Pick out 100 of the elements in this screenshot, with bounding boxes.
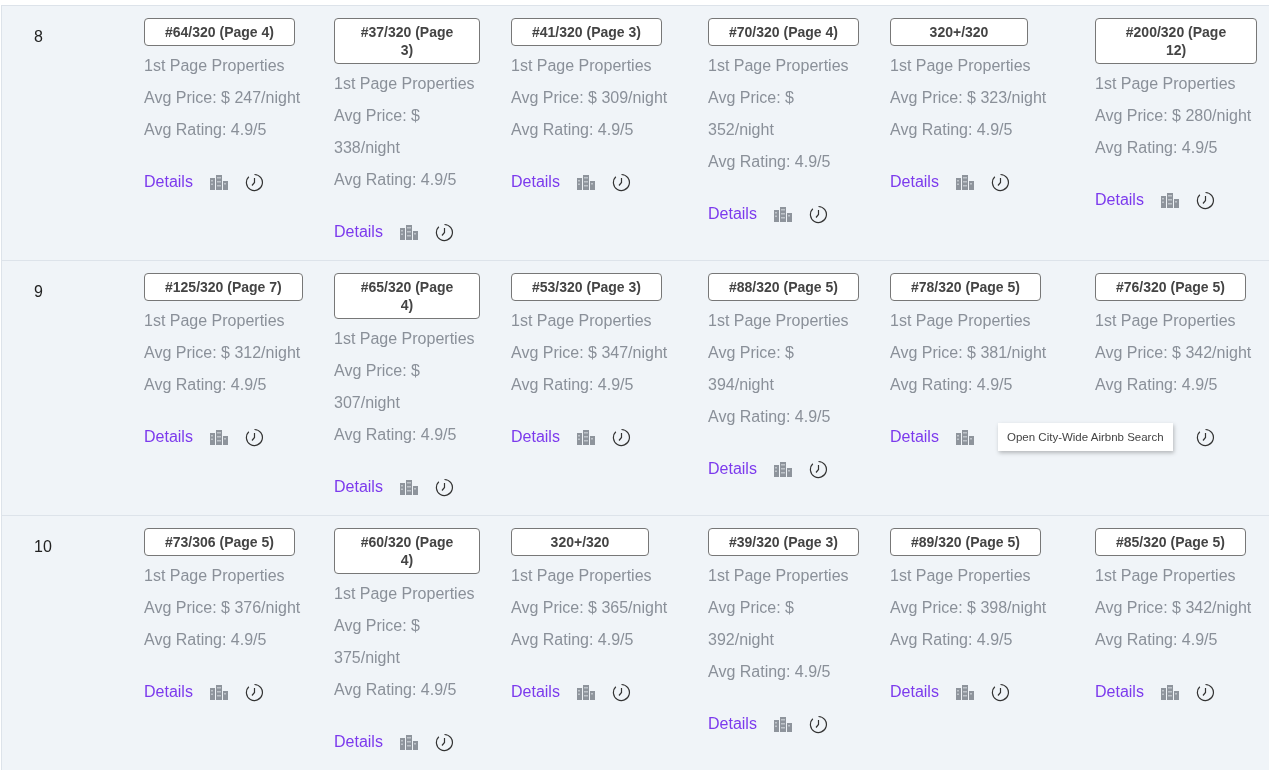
rank-badge[interactable]: #65/320 (Page 4) [334, 273, 480, 319]
details-link[interactable]: Details [511, 173, 560, 190]
clock-icon[interactable] [1196, 682, 1215, 702]
avg-rating: Avg Rating: 4.9/5 [511, 630, 634, 650]
building-icon[interactable] [399, 734, 419, 750]
rank-badge[interactable]: #88/320 (Page 5) [708, 273, 859, 301]
properties-label: 1st Page Properties [334, 329, 475, 349]
clock-icon[interactable] [612, 682, 631, 702]
details-link[interactable]: Details [708, 460, 757, 477]
building-icon[interactable] [209, 174, 229, 190]
details-link[interactable]: Details [144, 428, 193, 445]
details-link[interactable]: Details [708, 715, 757, 732]
details-link[interactable]: Details [144, 173, 193, 190]
properties-label: 1st Page Properties [1095, 566, 1236, 586]
rank-badge[interactable]: #89/320 (Page 5) [890, 528, 1041, 556]
avg-rating: Avg Rating: 4.9/5 [708, 662, 831, 682]
building-icon[interactable] [773, 716, 793, 732]
avg-rating: Avg Rating: 4.9/5 [334, 680, 457, 700]
avg-price: Avg Price: $ 307/night [334, 361, 421, 413]
building-icon[interactable] [955, 684, 975, 700]
clock-icon[interactable] [435, 732, 454, 752]
clock-icon[interactable] [809, 204, 828, 224]
clock-icon[interactable] [809, 459, 828, 479]
avg-price: Avg Price: $ 342/night [1095, 343, 1252, 363]
rank-badge[interactable]: #76/320 (Page 5) [1095, 273, 1246, 301]
clock-icon[interactable] [809, 714, 828, 734]
avg-price: Avg Price: $ 309/night [511, 88, 668, 108]
rank-badge[interactable]: #39/320 (Page 3) [708, 528, 859, 556]
details-link[interactable]: Details [890, 683, 939, 700]
properties-label: 1st Page Properties [890, 56, 1031, 76]
building-icon[interactable] [576, 684, 596, 700]
details-link[interactable]: Details [890, 428, 939, 445]
avg-rating: Avg Rating: 4.9/5 [708, 407, 831, 427]
rank-badge[interactable]: #125/320 (Page 7) [144, 273, 303, 301]
avg-rating: Avg Rating: 4.9/5 [890, 630, 1013, 650]
details-link[interactable]: Details [890, 173, 939, 190]
rank-badge[interactable]: #73/306 (Page 5) [144, 528, 295, 556]
building-icon[interactable] [773, 461, 793, 477]
avg-price: Avg Price: $ 352/night [708, 88, 795, 140]
building-icon[interactable] [773, 206, 793, 222]
avg-price: Avg Price: $ 376/night [144, 598, 301, 618]
properties-label: 1st Page Properties [1095, 311, 1236, 331]
clock-icon[interactable] [435, 477, 454, 497]
rank-badge[interactable]: #85/320 (Page 5) [1095, 528, 1246, 556]
building-icon[interactable] [209, 684, 229, 700]
building-icon[interactable] [1160, 684, 1180, 700]
rank-badge[interactable]: #78/320 (Page 5) [890, 273, 1041, 301]
avg-price: Avg Price: $ 280/night [1095, 106, 1252, 126]
avg-rating: Avg Rating: 4.9/5 [1095, 630, 1218, 650]
clock-icon[interactable] [435, 222, 454, 242]
details-link[interactable]: Details [708, 205, 757, 222]
clock-icon[interactable] [991, 172, 1010, 192]
details-link[interactable]: Details [1095, 191, 1144, 208]
details-link[interactable]: Details [511, 428, 560, 445]
details-link[interactable]: Details [511, 683, 560, 700]
clock-icon[interactable] [1196, 190, 1215, 210]
building-icon[interactable] [1160, 192, 1180, 208]
clock-icon[interactable] [245, 427, 264, 447]
building-icon[interactable] [955, 174, 975, 190]
rank-badge[interactable]: #60/320 (Page 4) [334, 528, 480, 574]
rank-badge[interactable]: #200/320 (Page 12) [1095, 18, 1257, 64]
building-icon[interactable] [955, 429, 975, 445]
properties-label: 1st Page Properties [511, 566, 652, 586]
details-link[interactable]: Details [144, 683, 193, 700]
building-icon[interactable] [399, 479, 419, 495]
clock-icon[interactable] [612, 172, 631, 192]
avg-rating: Avg Rating: 4.9/5 [708, 152, 831, 172]
clock-icon[interactable] [612, 427, 631, 447]
building-icon[interactable] [209, 429, 229, 445]
rank-badge[interactable]: 320+/320 [511, 528, 649, 556]
clock-icon[interactable] [1196, 427, 1215, 447]
avg-rating: Avg Rating: 4.9/5 [511, 375, 634, 395]
properties-label: 1st Page Properties [144, 56, 285, 76]
clock-icon[interactable] [245, 682, 264, 702]
properties-label: 1st Page Properties [1095, 74, 1236, 94]
clock-icon[interactable] [991, 682, 1010, 702]
avg-rating: Avg Rating: 4.9/5 [334, 425, 457, 445]
properties-label: 1st Page Properties [144, 311, 285, 331]
rank-badge[interactable]: #70/320 (Page 4) [708, 18, 859, 46]
rank-badge[interactable]: 320+/320 [890, 18, 1028, 46]
avg-price: Avg Price: $ 323/night [890, 88, 1047, 108]
properties-label: 1st Page Properties [511, 56, 652, 76]
rank-badge[interactable]: #53/320 (Page 3) [511, 273, 662, 301]
clock-icon[interactable] [245, 172, 264, 192]
details-link[interactable]: Details [334, 223, 383, 240]
properties-label: 1st Page Properties [708, 56, 849, 76]
avg-rating: Avg Rating: 4.9/5 [890, 120, 1013, 140]
rank-badge[interactable]: #37/320 (Page 3) [334, 18, 480, 64]
building-icon[interactable] [399, 224, 419, 240]
building-icon[interactable] [576, 174, 596, 190]
rank-badge[interactable]: #41/320 (Page 3) [511, 18, 662, 46]
properties-label: 1st Page Properties [708, 566, 849, 586]
details-link[interactable]: Details [334, 733, 383, 750]
details-link[interactable]: Details [1095, 683, 1144, 700]
rank-badge[interactable]: #64/320 (Page 4) [144, 18, 295, 46]
building-icon[interactable] [576, 429, 596, 445]
row-number: 9 [34, 283, 43, 300]
avg-rating: Avg Rating: 4.9/5 [144, 375, 267, 395]
details-link[interactable]: Details [334, 478, 383, 495]
properties-label: 1st Page Properties [334, 74, 475, 94]
